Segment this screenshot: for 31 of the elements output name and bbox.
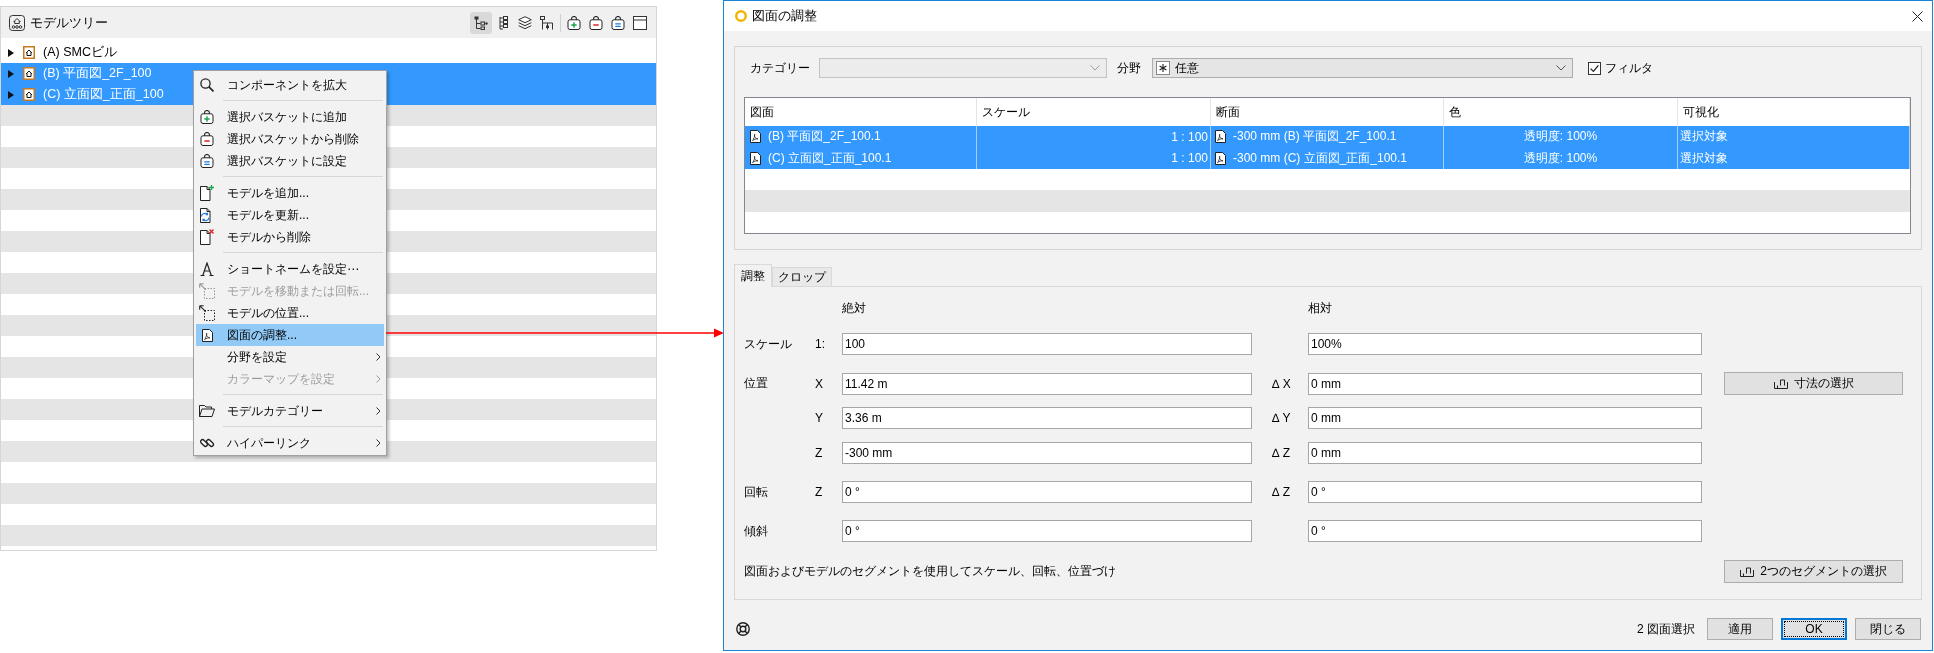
axis-label: X: [814, 376, 824, 391]
table-cell: (B) 平面図_2F_100.1: [768, 128, 881, 146]
table-cell: 1 : 100: [977, 126, 1211, 148]
axis-label: Y: [814, 411, 824, 425]
column-heading: 相対: [1308, 300, 1333, 317]
field-label: カテゴリー: [750, 59, 811, 77]
axis-label: Z: [814, 446, 824, 460]
table-cell: 選択対象: [1678, 126, 1910, 148]
tree-item-label: (A) SMCビル: [43, 44, 117, 61]
axis-label: 1:: [814, 337, 826, 351]
delta-label: ∆ Y: [1271, 411, 1292, 425]
table-cell: -300 mm (C) 立面図_正面_100.1: [1233, 149, 1408, 167]
table-cell: (C) 立面図_正面_100.1: [768, 149, 892, 167]
delta-label: ∆ Z: [1271, 446, 1291, 460]
tree-item-label: (B) 平面図_2F_100: [43, 65, 152, 82]
delta-label: ∆ X: [1271, 376, 1292, 391]
selection-count: 2 図面選択: [1637, 620, 1695, 638]
row-label: スケール: [744, 335, 793, 353]
window-title: 図面の調整: [752, 7, 817, 25]
row-label: 回転: [744, 483, 769, 501]
column-heading: 絶対: [842, 300, 867, 317]
row-label: 位置: [744, 375, 769, 392]
instruction-text: 図面およびモデルのセグメントを使用してスケール、回転、位置づけ: [744, 563, 1117, 580]
row-label: 傾斜: [744, 522, 769, 540]
table-cell: 透明度: 100%: [1444, 126, 1678, 148]
tree-item-label: (C) 立面図_正面_100: [43, 86, 164, 103]
delta-label: ∆ Z: [1271, 485, 1291, 499]
axis-label: Z: [814, 485, 824, 499]
panel-title: モデルツリー: [30, 13, 108, 32]
table-cell: -300 mm (B) 平面図_2F_100.1: [1233, 128, 1397, 146]
field-label: 分野: [1117, 59, 1142, 77]
